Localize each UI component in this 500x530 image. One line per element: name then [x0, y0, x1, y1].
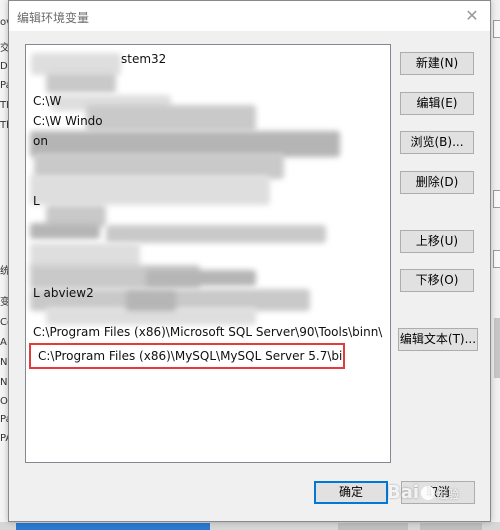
title-bar[interactable]: 编辑环境变量 ✕: [9, 1, 490, 31]
list-item[interactable]: C:\W Windo: [26, 111, 390, 132]
list-item[interactable]: [26, 211, 390, 232]
list-item[interactable]: [26, 151, 390, 172]
dialog-title: 编辑环境变量: [17, 11, 90, 25]
new-button[interactable]: 新建(N): [400, 52, 474, 75]
paw-icon: [421, 486, 436, 500]
bg-control: [493, 250, 500, 268]
taskbar-item: [16, 523, 210, 530]
list-item[interactable]: stem32: [26, 49, 390, 70]
taskbar-item: [338, 523, 408, 530]
edit-button[interactable]: 编辑(E): [400, 92, 474, 115]
close-icon[interactable]: ✕: [455, 1, 489, 31]
list-item[interactable]: L: [26, 191, 390, 212]
blur-mask: [46, 73, 116, 93]
bg-letter: N: [0, 377, 8, 388]
taskbar-strip: [0, 522, 500, 530]
browse-button[interactable]: 浏览(B)...: [400, 131, 474, 154]
delete-button[interactable]: 删除(D): [400, 171, 474, 194]
bg-letter: A: [0, 337, 7, 348]
edit-text-button[interactable]: 编辑文本(T)...: [398, 328, 478, 351]
background-window-right: [490, 0, 500, 530]
list-item[interactable]: [26, 251, 390, 272]
list-item[interactable]: C:\Program Files (x86)\Microsoft SQL Ser…: [26, 322, 390, 343]
edit-env-var-dialog: 编辑环境变量 ✕ stem32 C:\W C:\W Windo on L L a…: [8, 0, 491, 522]
taskbar-item: [420, 523, 482, 530]
list-item[interactable]: [26, 171, 390, 192]
list-item[interactable]: [26, 231, 390, 252]
watermark-suffix: 经验: [437, 488, 460, 501]
ok-button[interactable]: 确定: [314, 481, 388, 504]
bg-control: [493, 20, 500, 38]
list-item[interactable]: C:\W: [26, 91, 390, 112]
bg-letter: O: [0, 396, 8, 407]
list-item[interactable]: L abview2: [26, 283, 390, 304]
baidu-watermark: Bai 经验: [387, 482, 487, 510]
bg-scrollbar: [494, 318, 500, 378]
move-up-button[interactable]: 上移(U): [400, 230, 474, 253]
list-item-selected[interactable]: C:\Program Files (x86)\MySQL\MySQL Serve…: [29, 343, 345, 369]
list-item[interactable]: on: [26, 131, 390, 152]
bg-letter: N: [0, 357, 8, 368]
watermark-text: Bai: [387, 482, 420, 503]
path-list[interactable]: stem32 C:\W C:\W Windo on L L abview2 C:…: [25, 44, 391, 463]
move-down-button[interactable]: 下移(O): [400, 269, 474, 292]
bg-control: [493, 190, 500, 208]
